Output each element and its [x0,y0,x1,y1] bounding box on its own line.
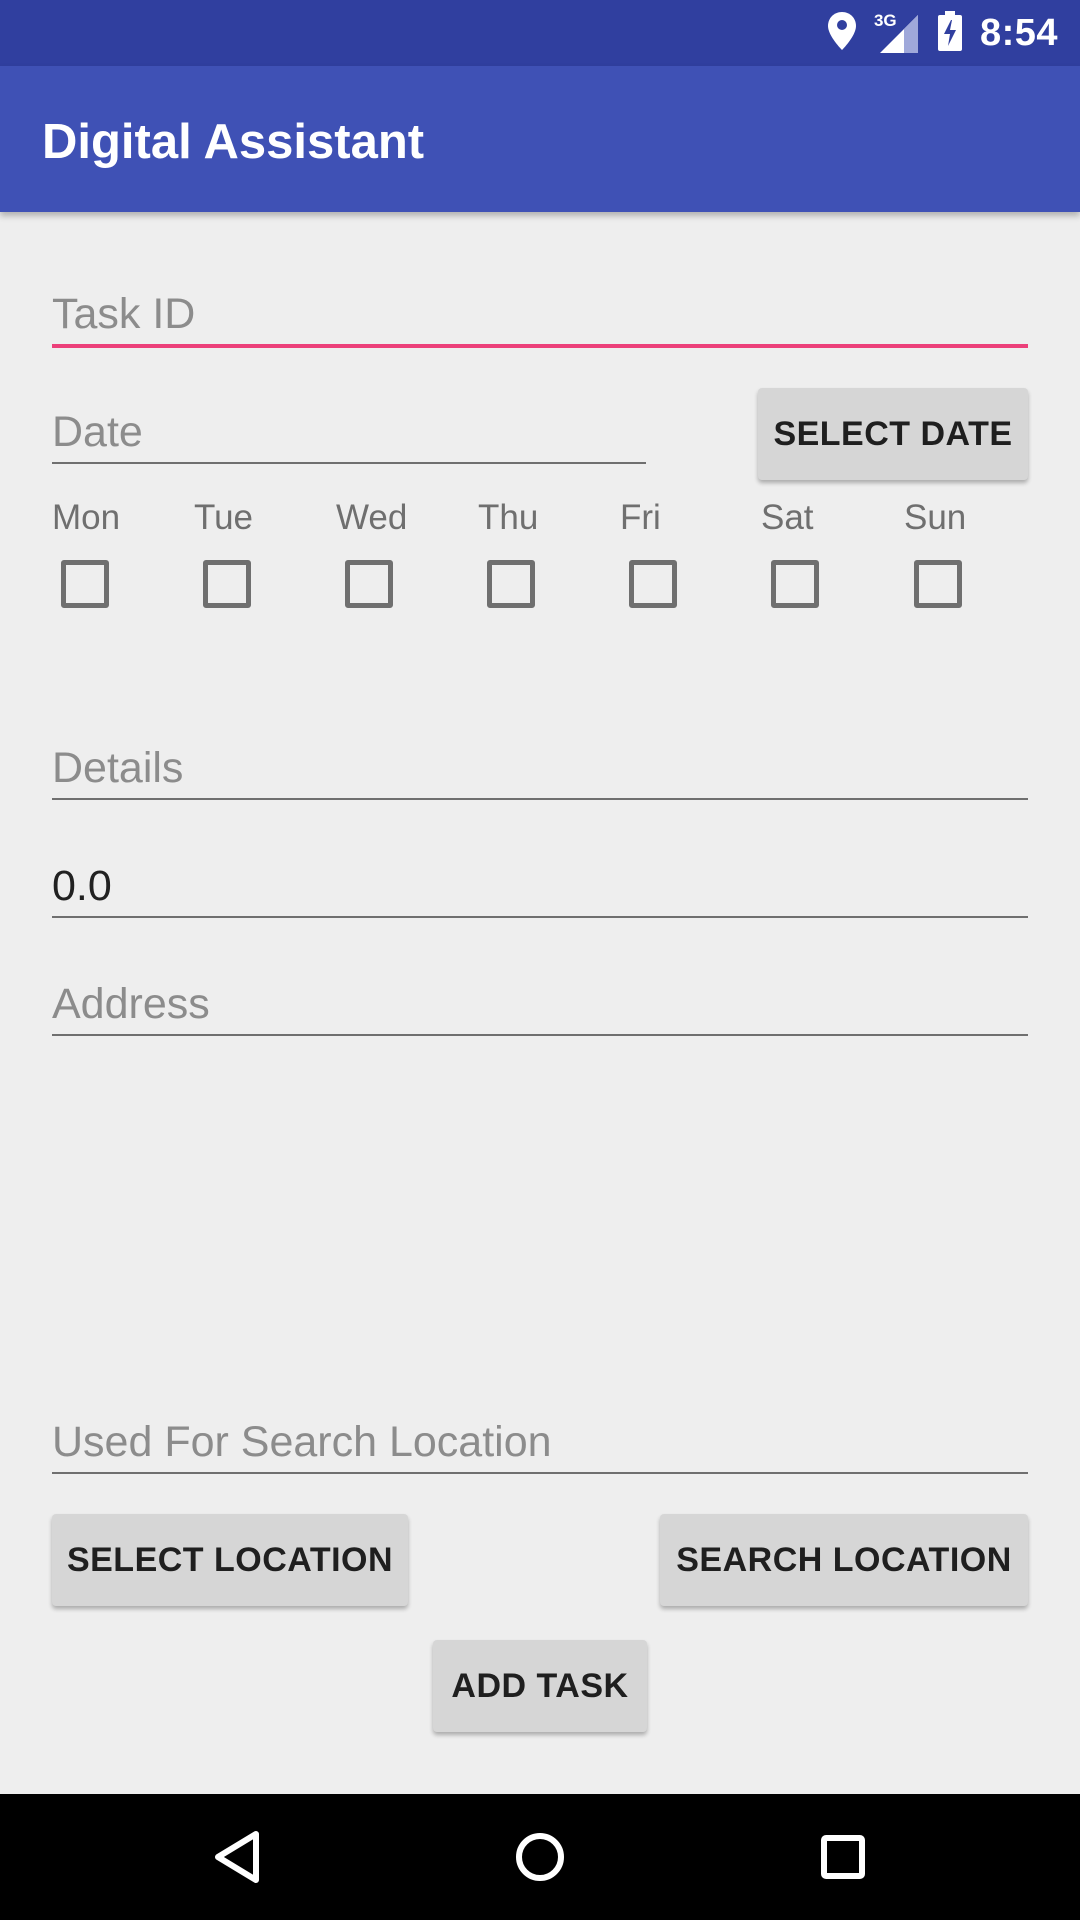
status-icons: 3G 8:54 [827,0,1058,66]
status-bar: 3G 8:54 [0,0,1080,66]
checkbox-mon[interactable] [61,560,109,608]
add-task-label: ADD TASK [451,1666,629,1705]
details-input[interactable]: Details [52,738,1028,800]
navigation-bar [0,1794,1080,1920]
day-label-thu: Thu [478,498,539,537]
status-time: 8:54 [979,11,1058,54]
day-label-tue: Tue [194,498,254,537]
home-icon[interactable] [507,1824,573,1890]
add-task-button[interactable]: ADD TASK [433,1640,647,1732]
select-date-label: SELECT DATE [773,414,1013,453]
task-form: Task ID Date SELECT DATE Mon Tue Wed Thu… [0,212,1080,1794]
battery-charging-icon [937,10,962,56]
recents-icon[interactable] [810,1824,876,1890]
task-id-placeholder: Task ID [52,290,196,338]
amount-input[interactable]: 0.0 [52,856,1028,918]
checkbox-sun[interactable] [914,560,962,608]
day-label-sat: Sat [761,498,814,537]
address-input[interactable]: Address [52,974,1028,1036]
address-placeholder: Address [52,980,210,1028]
location-icon [827,11,856,55]
task-id-input[interactable]: Task ID [52,284,1028,348]
day-label-mon: Mon [52,498,121,537]
amount-value: 0.0 [52,862,112,910]
details-placeholder: Details [52,744,184,792]
search-location-placeholder: Used For Search Location [52,1418,552,1466]
checkbox-sat[interactable] [771,560,819,608]
select-location-button[interactable]: SELECT LOCATION [52,1514,408,1606]
day-label-fri: Fri [620,498,661,537]
day-label-wed: Wed [336,498,408,537]
checkbox-fri[interactable] [629,560,677,608]
signal-icon: 3G [874,11,920,55]
day-label-sun: Sun [904,498,967,537]
select-location-label: SELECT LOCATION [66,1540,394,1579]
search-location-label: SEARCH LOCATION [676,1540,1012,1579]
app-title: Digital Assistant [42,115,425,169]
search-location-input[interactable]: Used For Search Location [52,1412,1028,1474]
date-placeholder: Date [52,408,143,456]
checkbox-tue[interactable] [203,560,251,608]
back-icon[interactable] [204,1824,270,1890]
checkbox-wed[interactable] [345,560,393,608]
app-bar: Digital Assistant [0,66,1080,212]
search-location-button[interactable]: SEARCH LOCATION [660,1514,1028,1606]
date-input[interactable]: Date [52,402,646,464]
checkbox-thu[interactable] [487,560,535,608]
select-date-button[interactable]: SELECT DATE [758,388,1028,480]
